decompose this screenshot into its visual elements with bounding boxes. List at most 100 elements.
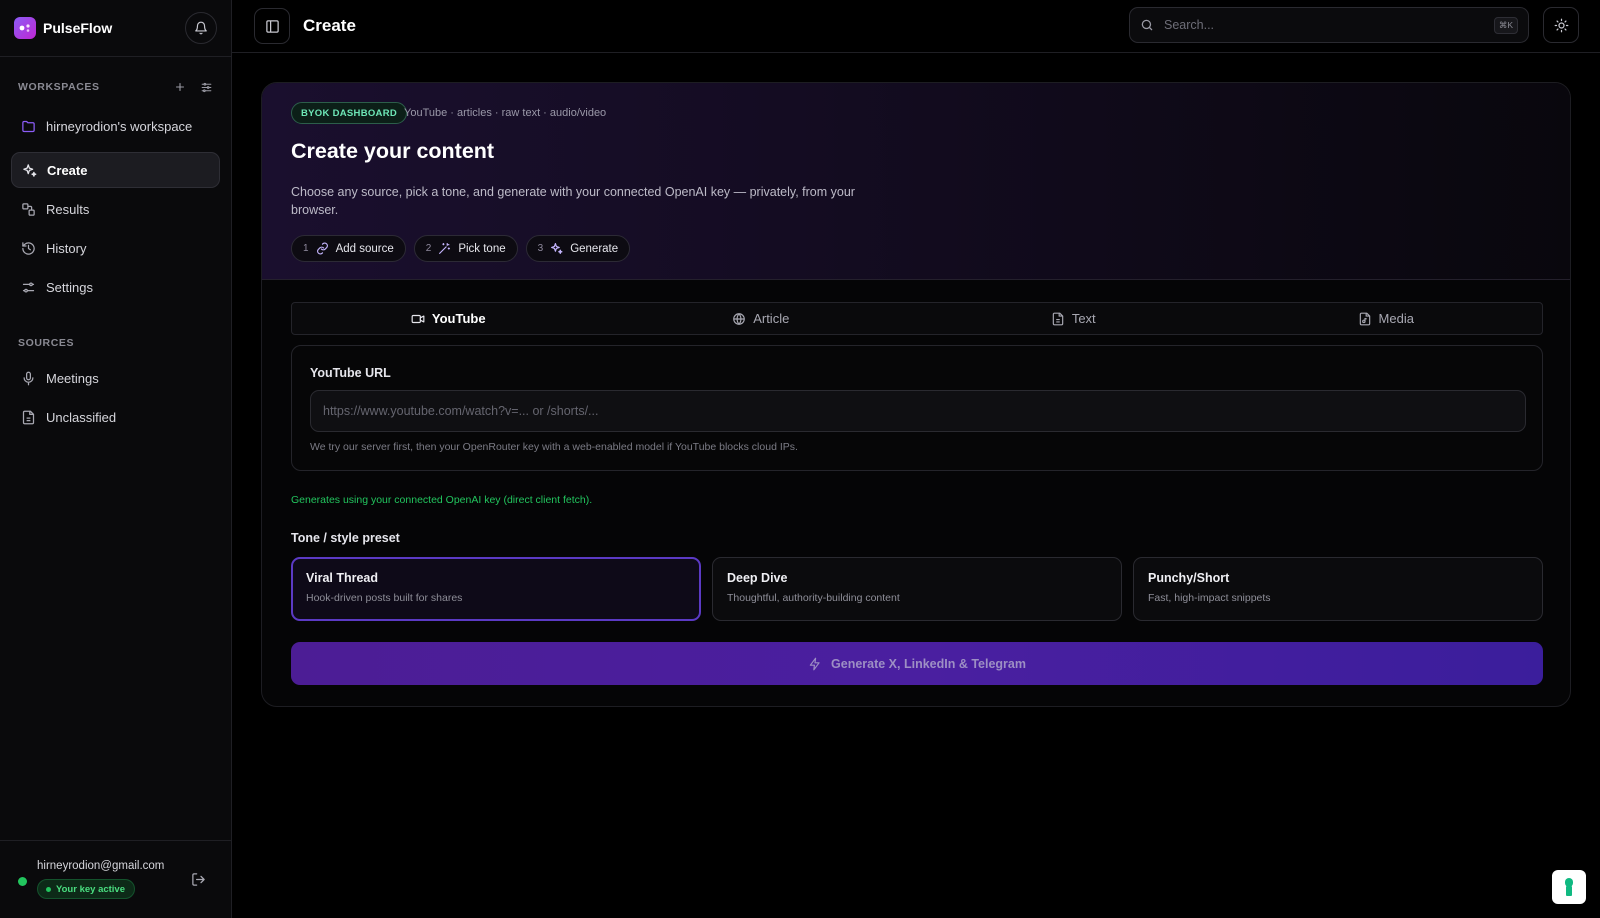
tone-description: Thoughtful, authority-building content xyxy=(727,592,900,604)
tone-description: Fast, high-impact snippets xyxy=(1148,592,1271,604)
step-generate[interactable]: 3 Generate xyxy=(525,235,631,262)
search-input[interactable] xyxy=(1164,18,1494,32)
plus-icon[interactable] xyxy=(174,81,186,93)
tab-label: Media xyxy=(1378,311,1414,326)
youtube-url-label: YouTube URL xyxy=(310,366,391,380)
tab-article[interactable]: Article xyxy=(605,303,918,334)
source-item-meetings[interactable]: Meetings xyxy=(11,360,220,396)
generation-note: Generates using your connected OpenAI ke… xyxy=(291,494,593,506)
step-add-source[interactable]: 1 Add source xyxy=(291,235,406,262)
sidebar: PulseFlow WORKSPACES hirneyrodion's work… xyxy=(0,0,232,918)
top-bar: Create ⌘K xyxy=(232,0,1600,53)
nav-label-settings: Settings xyxy=(46,279,93,295)
lightning-icon xyxy=(809,657,820,670)
step-number: 2 xyxy=(425,243,432,254)
generate-button-label: Generate X, LinkedIn & Telegram xyxy=(831,656,1026,671)
steps-row: 1 Add source 2 Pick tone 3 Generate xyxy=(291,235,631,262)
youtube-url-hint: We try our server first, then your OpenR… xyxy=(310,441,798,453)
help-widget-button[interactable] xyxy=(1552,870,1586,904)
search-shortcut: ⌘K xyxy=(1493,16,1518,34)
source-item-unclassified[interactable]: Unclassified xyxy=(11,399,220,435)
tone-preset-deep-dive[interactable]: Deep Dive Thoughtful, authority-building… xyxy=(712,557,1122,621)
tone-title: Punchy/Short xyxy=(1148,571,1230,585)
tone-preset-punchy-short[interactable]: Punchy/Short Fast, high-impact snippets xyxy=(1133,557,1543,621)
page-title: Create xyxy=(303,16,356,35)
history-icon xyxy=(22,241,35,255)
sources-label: SOURCES xyxy=(18,337,75,349)
nav-item-create[interactable]: Create xyxy=(11,152,220,188)
step-label: Add source xyxy=(335,242,394,255)
byok-badge: BYOK DASHBOARD xyxy=(291,102,408,124)
source-label-meetings: Meetings xyxy=(46,370,99,386)
bell-icon xyxy=(195,21,207,35)
link-icon xyxy=(316,242,328,255)
nav-label-create: Create xyxy=(47,162,88,178)
document-icon xyxy=(1052,312,1064,325)
tone-presets: Viral Thread Hook-driven posts built for… xyxy=(291,557,1543,621)
tone-title: Viral Thread xyxy=(306,571,379,585)
microphone-icon xyxy=(23,371,34,385)
source-types-caption: YouTube · articles · raw text · audio/vi… xyxy=(404,107,607,119)
key-status-badge: Your key active xyxy=(37,879,136,899)
tone-label: Tone / style preset xyxy=(291,531,400,545)
tab-text[interactable]: Text xyxy=(917,303,1230,334)
source-label-unclassified: Unclassified xyxy=(46,409,117,425)
generate-button[interactable]: Generate X, LinkedIn & Telegram xyxy=(291,642,1543,685)
search-icon xyxy=(1141,19,1153,31)
document-icon xyxy=(22,410,35,424)
pulseflow-logo-icon[interactable] xyxy=(14,17,36,39)
user-email: hirneyrodion@gmail.com xyxy=(37,860,165,872)
search-box[interactable]: ⌘K xyxy=(1129,7,1529,43)
online-status-dot xyxy=(18,877,27,886)
hero-description: Choose any source, pick a tone, and gene… xyxy=(291,185,855,217)
main-nav: Create Results History Settings xyxy=(0,152,231,305)
brand-header: PulseFlow xyxy=(0,0,231,57)
panel-left-icon xyxy=(265,19,279,33)
help-widget-icon xyxy=(1565,878,1573,896)
sidebar-toggle-button[interactable] xyxy=(254,8,290,44)
results-icon xyxy=(22,202,35,216)
workspaces-header: WORKSPACES xyxy=(0,79,231,95)
brand-name: PulseFlow xyxy=(43,20,113,36)
hero-section: BYOK DASHBOARD YouTube · articles · raw … xyxy=(262,83,1570,280)
tab-media[interactable]: Media xyxy=(1230,303,1543,334)
globe-icon xyxy=(733,312,746,325)
nav-item-results[interactable]: Results xyxy=(11,191,220,227)
step-label: Pick tone xyxy=(458,242,506,255)
hero-title: Create your content xyxy=(291,139,495,163)
tab-label: YouTube xyxy=(431,311,486,326)
sparkles-icon xyxy=(23,163,37,177)
sources-header: SOURCES xyxy=(0,335,231,351)
step-number: 1 xyxy=(303,243,309,254)
create-content-card: BYOK DASHBOARD YouTube · articles · raw … xyxy=(261,82,1571,707)
sparkles-icon xyxy=(551,243,563,254)
user-panel: hirneyrodion@gmail.com Your key active xyxy=(0,840,231,918)
wand-icon xyxy=(439,243,451,254)
logout-icon[interactable] xyxy=(191,872,206,887)
workspace-name: hirneyrodion's workspace xyxy=(46,118,193,134)
sun-icon xyxy=(1554,18,1568,32)
media-file-icon xyxy=(1359,312,1370,325)
nav-item-settings[interactable]: Settings xyxy=(11,269,220,305)
folder-icon xyxy=(22,120,35,132)
workspaces-label: WORKSPACES xyxy=(18,81,100,93)
step-number: 3 xyxy=(537,243,544,254)
step-pick-tone[interactable]: 2 Pick tone xyxy=(413,235,518,262)
step-label: Generate xyxy=(570,242,619,255)
tab-label: Text xyxy=(1071,311,1096,326)
tone-title: Deep Dive xyxy=(727,571,788,585)
nav-label-results: Results xyxy=(46,201,90,217)
source-tabs: YouTube Article Text Media xyxy=(291,302,1543,335)
nav-item-history[interactable]: History xyxy=(11,230,220,266)
youtube-url-input[interactable] xyxy=(310,390,1526,432)
theme-toggle-button[interactable] xyxy=(1543,7,1579,43)
tone-description: Hook-driven posts built for shares xyxy=(306,592,463,604)
sources-nav: Meetings Unclassified xyxy=(0,360,231,435)
notifications-button[interactable] xyxy=(185,12,217,44)
sliders-icon xyxy=(22,282,35,292)
sliders-icon[interactable] xyxy=(200,81,213,94)
tab-youtube[interactable]: YouTube xyxy=(292,303,605,334)
video-icon xyxy=(411,314,425,323)
tone-preset-viral-thread[interactable]: Viral Thread Hook-driven posts built for… xyxy=(291,557,701,621)
workspace-item[interactable]: hirneyrodion's workspace xyxy=(11,109,220,143)
